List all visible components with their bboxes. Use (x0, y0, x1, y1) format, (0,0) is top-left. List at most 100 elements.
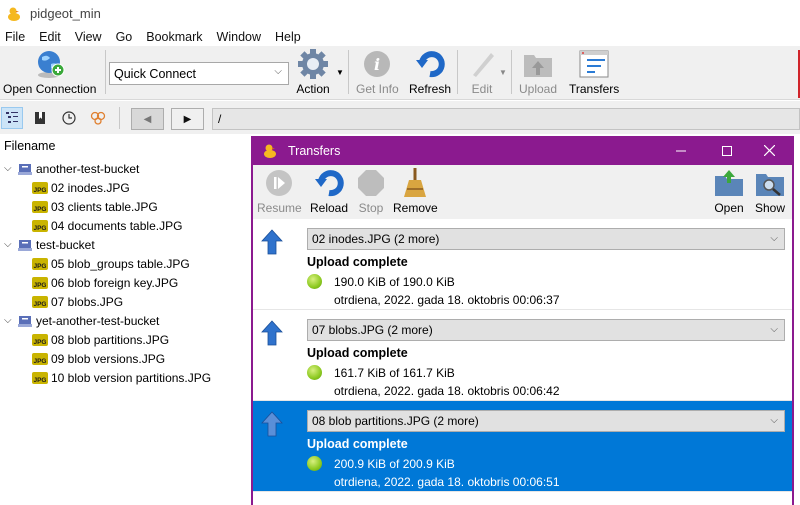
open-folder-icon (715, 170, 743, 196)
file-row[interactable]: JPG 06 blob foreign key.JPG (0, 273, 252, 292)
menu-help[interactable]: Help (270, 30, 306, 44)
menu-file[interactable]: File (0, 30, 30, 44)
file-name: 06 blob foreign key.JPG (51, 275, 179, 290)
file-name: 10 blob version partitions.JPG (51, 370, 212, 385)
bucket-icon (18, 239, 32, 251)
show-label: Show (754, 201, 786, 215)
transfer-list: 02 inodes.JPG (2 more) ⌵ Upload complete … (253, 219, 792, 492)
browser-view-button[interactable] (1, 107, 23, 129)
refresh-icon (416, 51, 445, 78)
stop-button[interactable]: Stop (354, 167, 388, 217)
toolbar-separator (511, 50, 512, 94)
reload-label: Reload (310, 201, 349, 215)
open-connection-button[interactable]: Open Connection (3, 48, 96, 98)
maximize-button[interactable] (704, 136, 750, 165)
clock-icon (62, 111, 76, 125)
remove-label: Remove (393, 201, 438, 215)
chevron-down-icon: ⌵ (770, 415, 778, 426)
path-field[interactable]: / (212, 108, 800, 130)
transfers-button[interactable]: Transfers (569, 48, 619, 98)
open-connection-label: Open Connection (3, 82, 97, 96)
upload-button[interactable]: Upload (519, 48, 557, 98)
bucket-row[interactable]: ⌵ test-bucket (0, 235, 252, 254)
bonjour-view-button[interactable] (87, 107, 109, 129)
menu-window[interactable]: Window (212, 30, 266, 44)
menu-bookmark[interactable]: Bookmark (141, 30, 207, 44)
transfer-item[interactable]: 07 blobs.JPG (2 more) ⌵ Upload complete 1… (253, 310, 792, 401)
close-button[interactable] (746, 136, 792, 165)
file-name: 02 inodes.JPG (51, 180, 130, 195)
get-info-button[interactable]: i Get Info (356, 48, 399, 98)
file-row[interactable]: JPG 08 blob partitions.JPG (0, 330, 252, 349)
resume-button[interactable]: Resume (257, 167, 302, 217)
bucket-row[interactable]: ⌵ another-test-bucket (0, 159, 252, 178)
menu-edit[interactable]: Edit (34, 30, 66, 44)
navbar-separator (119, 107, 120, 129)
refresh-button[interactable]: Refresh (409, 48, 451, 98)
chevron-down-icon[interactable]: ⌵ (4, 163, 16, 174)
show-button[interactable]: Show (753, 167, 787, 217)
bucket-row[interactable]: ⌵ yet-another-test-bucket (0, 311, 252, 330)
remove-button[interactable]: Remove (393, 167, 438, 217)
open-button[interactable]: Open (712, 167, 746, 217)
toolbar-separator (457, 50, 458, 94)
forward-button[interactable]: ▶ (171, 108, 204, 130)
file-row[interactable]: JPG 10 blob version partitions.JPG (0, 368, 252, 387)
file-row[interactable]: JPG 02 inodes.JPG (0, 178, 252, 197)
transfer-status: Upload complete (307, 255, 408, 269)
navigation-bar: ◀ ▶ / (0, 101, 800, 134)
chevron-down-icon[interactable]: ⌵ (4, 239, 16, 250)
transfer-item[interactable]: 02 inodes.JPG (2 more) ⌵ Upload complete … (253, 219, 792, 310)
file-row[interactable]: JPG 05 blob_groups table.JPG (0, 254, 252, 273)
bonjour-icon (90, 111, 106, 125)
file-row[interactable]: JPG 04 documents table.JPG (0, 216, 252, 235)
bucket-icon (18, 163, 32, 175)
file-row[interactable]: JPG 09 blob versions.JPG (0, 349, 252, 368)
jpg-file-icon: JPG (32, 257, 48, 270)
quick-connect-select[interactable]: Quick Connect ⌵ (109, 62, 289, 85)
transfer-file-name: 07 blobs.JPG (2 more) (312, 323, 433, 337)
transfer-size: 161.7 KiB of 161.7 KiB (334, 366, 455, 380)
chevron-down-icon: ⌵ (770, 233, 778, 244)
back-button[interactable]: ◀ (131, 108, 164, 130)
tree-view-icon (6, 112, 18, 123)
action-dropdown-icon[interactable]: ▼ (336, 68, 344, 77)
minimize-button[interactable] (658, 136, 704, 165)
menu-view[interactable]: View (70, 30, 107, 44)
toolbar-separator (348, 50, 349, 94)
history-view-button[interactable] (58, 107, 80, 129)
back-arrow-icon: ◀ (143, 113, 152, 125)
reload-icon (315, 170, 344, 197)
menu-go[interactable]: Go (111, 30, 138, 44)
transfer-file-name: 02 inodes.JPG (2 more) (312, 232, 440, 246)
reload-button[interactable]: Reload (310, 167, 348, 217)
jpg-file-icon: JPG (32, 295, 48, 308)
transfer-date: otrdiena, 2022. gada 18. oktobris 00:06:… (334, 293, 560, 307)
resume-label: Resume (257, 201, 302, 215)
pencil-icon (473, 53, 494, 77)
bookmark-icon (35, 112, 45, 124)
file-name: 05 blob_groups table.JPG (51, 256, 190, 271)
upload-arrow-icon (261, 320, 283, 346)
transfer-item[interactable]: 08 blob partitions.JPG (2 more) ⌵ Upload … (253, 401, 792, 492)
edit-button[interactable]: Edit (465, 48, 499, 98)
chevron-down-icon[interactable]: ⌵ (4, 315, 16, 326)
action-label: Action (296, 82, 330, 96)
file-row[interactable]: JPG 03 clients table.JPG (0, 197, 252, 216)
transfer-file-select[interactable]: 02 inodes.JPG (2 more) ⌵ (307, 228, 785, 250)
bookmarks-view-button[interactable] (29, 107, 51, 129)
action-button[interactable]: Action (296, 48, 330, 98)
transfer-size: 190.0 KiB of 190.0 KiB (334, 275, 455, 289)
transfer-status: Upload complete (307, 437, 408, 451)
transfer-file-select[interactable]: 07 blobs.JPG (2 more) ⌵ (307, 319, 785, 341)
upload-folder-icon (524, 55, 553, 77)
transfer-file-select[interactable]: 08 blob partitions.JPG (2 more) ⌵ (307, 410, 785, 432)
toolbar-separator (105, 50, 106, 94)
jpg-file-icon: JPG (32, 181, 48, 194)
open-label: Open (714, 201, 744, 215)
column-header-filename[interactable]: Filename (4, 139, 55, 153)
transfer-date: otrdiena, 2022. gada 18. oktobris 00:06:… (334, 475, 560, 489)
file-row[interactable]: JPG 07 blobs.JPG (0, 292, 252, 311)
upload-arrow-icon (261, 411, 283, 437)
edit-dropdown-icon[interactable]: ▼ (499, 68, 507, 77)
